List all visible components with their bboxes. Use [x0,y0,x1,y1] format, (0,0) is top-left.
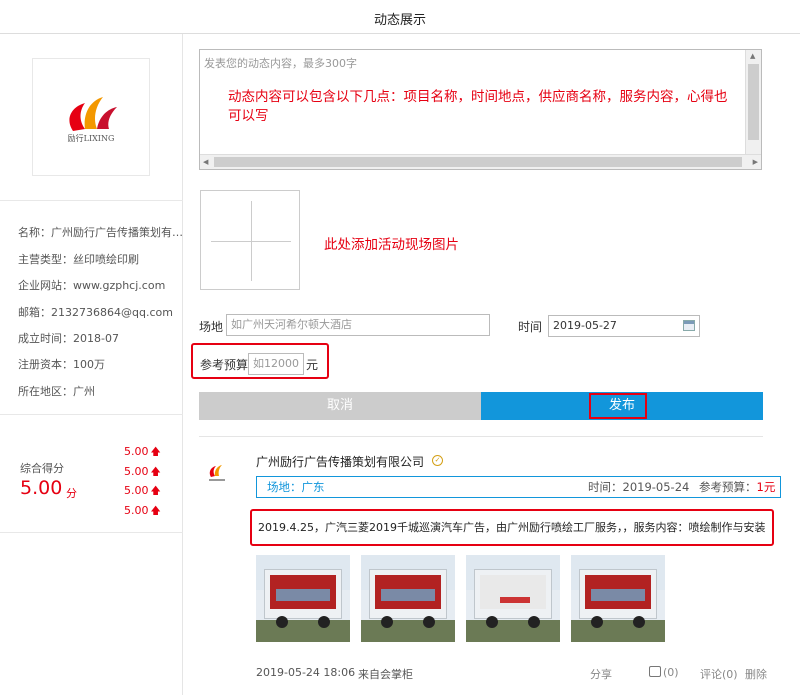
post-venue: 场地：广东 [267,480,325,494]
post-content: 2019.4.25，广汽三菱2019千城巡演汽车广告，由广州励行喷绘工厂服务，，… [258,521,766,534]
arrow-up-icon: 🡅 [150,467,161,478]
calendar-icon[interactable] [683,320,695,331]
divider [0,414,183,415]
sub-score: 5.00 🡅 [124,504,161,517]
post-content-textarea[interactable]: 发表您的动态内容，最多300字 动态内容可以包含以下几点：项目名称，时间地点，供… [199,49,762,170]
vertical-scrollbar[interactable]: ▲ [745,50,761,155]
content-hint: 动态内容可以包含以下几点：项目名称，时间地点，供应商名称，服务内容，心得也可以写 [228,89,728,124]
window-titlebar: 动态展示 [0,0,800,34]
like-button[interactable]: (0) [649,666,679,679]
score-label: 综合得分 [20,462,64,475]
publish-highlight [589,393,647,419]
scroll-thumb[interactable] [748,64,759,140]
arrow-up-icon: 🡅 [150,506,161,517]
add-image-button[interactable] [200,190,300,290]
scroll-up-icon[interactable]: ▲ [750,52,755,60]
post-photo[interactable] [256,555,350,642]
score-value: 5.00 [20,477,63,499]
info-website: 企业网站：www.gzphcj.com [18,279,166,292]
company-avatar-icon [209,465,225,481]
comment-button[interactable]: 评论(0) [700,666,738,682]
post-date: 2019-05-24 18:06 [256,666,356,679]
window-title: 动态展示 [373,13,426,28]
budget-unit: 元 [306,358,319,372]
share-button[interactable]: 分享 [590,666,612,682]
info-business-type: 主营类型：丝印喷绘印刷 [18,253,139,266]
arrow-up-icon: 🡅 [150,486,161,497]
post-budget: 参考预算：1元 [699,480,776,494]
logo-text: 励行LIXING [67,134,115,143]
info-founded: 成立时间：2018-07 [18,332,119,345]
post-photo[interactable] [466,555,560,642]
scroll-left-icon[interactable]: ◀ [203,158,208,166]
time-label: 时间 [518,320,543,334]
sub-score: 5.00 🡅 [124,484,161,497]
scroll-thumb[interactable] [214,157,742,167]
info-region: 所在地区：广州 [18,385,95,398]
venue-input[interactable]: 如广州天河希尔顿大酒店 [226,314,490,336]
info-capital: 注册资本：100万 [18,358,105,371]
time-input[interactable]: 2019-05-27 [548,315,700,337]
company-card: 励行LIXING 名称：广州励行广告传播策划有限公司 主营类型：丝印喷绘印刷 企… [0,34,183,695]
score-unit: 分 [66,487,77,500]
company-logo: 励行LIXING [32,58,150,176]
post-photo[interactable] [361,555,455,642]
horizontal-scrollbar[interactable]: ◀ ▶ [200,154,761,169]
cancel-button[interactable]: 取消 [199,392,481,420]
arrow-up-icon: 🡅 [150,447,161,458]
scroll-right-icon[interactable]: ▶ [753,158,758,166]
delete-button[interactable]: 删除 [745,666,767,682]
post-meta-bar: 场地：广东 时间：2019-05-24 参考预算：1元 [256,476,781,498]
sub-score: 5.00 🡅 [124,445,161,458]
venue-label: 场地 [199,320,224,334]
textarea-placeholder: 发表您的动态内容，最多300字 [204,57,357,70]
image-hint: 此处添加活动现场图片 [324,237,459,253]
verified-icon: ✓ [432,455,443,466]
info-name: 名称：广州励行广告传播策划有限公司 [18,226,183,239]
post-company-name[interactable]: 广州励行广告传播策划有限公司 [256,453,424,470]
post-source: 来自会掌柜 [358,668,413,681]
divider [0,532,183,533]
info-email: 邮箱：2132736864@qq.com [18,306,173,319]
thumbs-up-icon [649,666,661,677]
sub-score: 5.00 🡅 [124,465,161,478]
lixing-logo-icon [69,97,117,131]
budget-input[interactable]: 如12000 [248,353,304,375]
post-time: 时间：2019-05-24 [588,480,690,494]
post-content-highlight: 2019.4.25，广汽三菱2019千城巡演汽车广告，由广州励行喷绘工厂服务，，… [250,509,774,546]
divider [199,436,763,437]
divider [0,200,183,201]
budget-label: 参考预算 [200,358,249,372]
post-photo[interactable] [571,555,665,642]
